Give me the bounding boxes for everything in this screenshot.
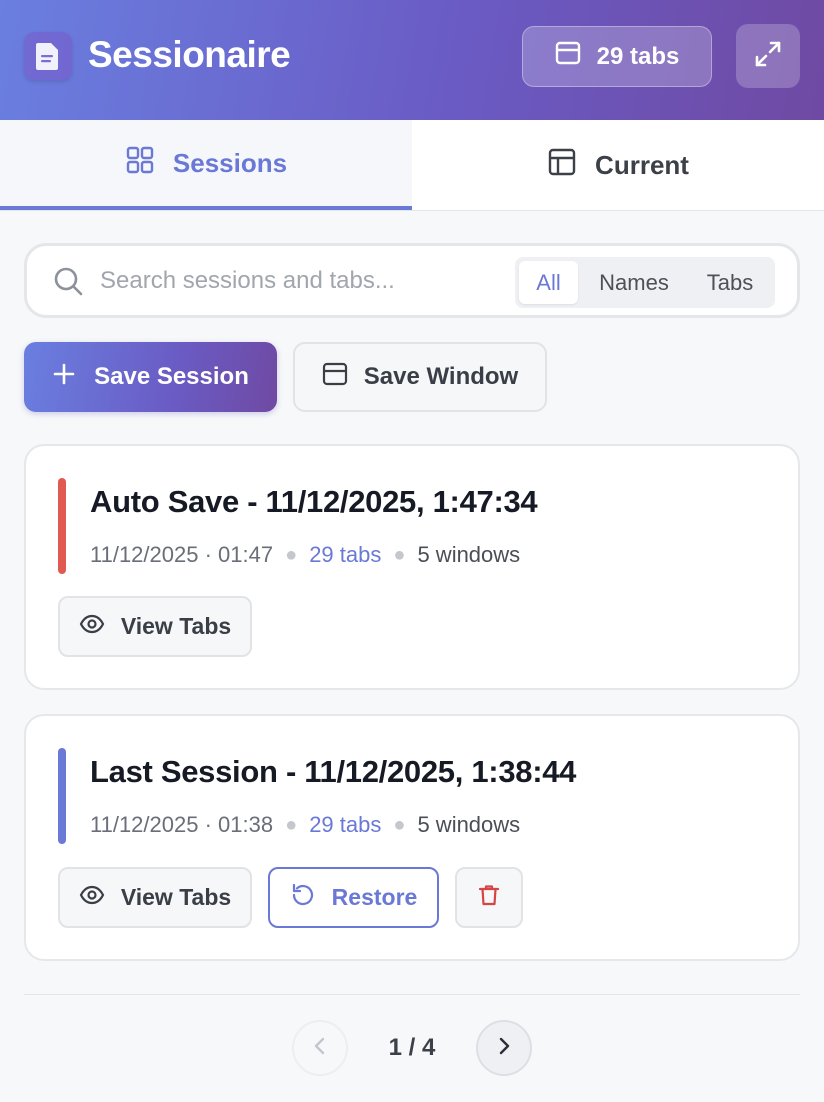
tab-current-label: Current (595, 149, 689, 180)
save-session-label: Save Session (94, 363, 249, 390)
app-header: Sessionaire 29 tabs (0, 0, 824, 120)
search-input[interactable] (100, 264, 500, 298)
pagination-divider (24, 994, 800, 995)
chevron-left-icon (310, 1036, 330, 1061)
next-page-button[interactable] (476, 1020, 532, 1076)
search-box: All Names Tabs (24, 243, 800, 318)
eye-icon (79, 611, 105, 643)
restore-icon (290, 882, 316, 914)
search-filter-group: All Names Tabs (515, 257, 775, 308)
save-session-button[interactable]: Save Session (24, 342, 277, 412)
meta-separator: ● (285, 813, 298, 836)
app-title: Sessionaire (88, 34, 291, 75)
meta-separator: ● (393, 813, 406, 836)
tab-sessions[interactable]: Sessions (0, 120, 412, 210)
tab-sessions-label: Sessions (172, 147, 288, 178)
main-tabs: Sessions Current (0, 120, 824, 211)
session-window-count: 5 windows (417, 812, 521, 837)
view-tabs-label: View Tabs (120, 884, 232, 910)
expand-button[interactable] (736, 24, 800, 88)
search-icon (53, 266, 85, 303)
tab-count-label: 29 tabs (596, 42, 680, 70)
restore-label: Restore (331, 884, 418, 910)
layout-icon (547, 147, 577, 184)
filter-all[interactable]: All (519, 261, 578, 304)
meta-separator: ● (393, 543, 406, 566)
filter-tabs[interactable]: Tabs (690, 261, 770, 304)
session-tab-count: 29 tabs (309, 812, 382, 837)
window-icon (322, 361, 348, 394)
expand-icon (753, 39, 783, 74)
session-title: Auto Save - 11/12/2025, 1:47:34 (90, 484, 538, 519)
eye-icon (79, 882, 105, 914)
chevron-right-icon (494, 1036, 514, 1061)
save-window-button[interactable]: Save Window (293, 342, 547, 412)
tab-count-button[interactable]: 29 tabs (522, 26, 712, 87)
app-logo-icon (24, 32, 72, 80)
window-icon (555, 40, 581, 73)
trash-icon (477, 883, 501, 913)
session-accent-bar (58, 748, 66, 844)
plus-icon (52, 362, 76, 393)
tab-current[interactable]: Current (412, 120, 824, 210)
session-window-count: 5 windows (417, 542, 521, 567)
view-tabs-button[interactable]: View Tabs (58, 867, 252, 928)
session-meta: 11/12/2025 · 01:47 ● 29 tabs ● 5 windows (90, 542, 520, 568)
save-window-label: Save Window (363, 363, 519, 390)
page-indicator: 1 / 4 (388, 1034, 436, 1061)
session-tab-count: 29 tabs (309, 542, 382, 567)
restore-button[interactable]: Restore (268, 867, 439, 928)
session-card: Auto Save - 11/12/2025, 1:47:34 11/12/20… (24, 444, 800, 690)
prev-page-button[interactable] (292, 1020, 348, 1076)
session-date: 11/12/2025 · 01:38 (90, 812, 274, 837)
session-date: 11/12/2025 · 01:47 (90, 542, 274, 567)
session-title: Last Session - 11/12/2025, 1:38:44 (90, 754, 577, 789)
view-tabs-label: View Tabs (120, 613, 232, 639)
session-meta: 11/12/2025 · 01:38 ● 29 tabs ● 5 windows (90, 812, 520, 838)
filter-names[interactable]: Names (584, 261, 684, 304)
view-tabs-button[interactable]: View Tabs (58, 596, 252, 657)
meta-separator: ● (285, 543, 298, 566)
session-accent-bar (58, 478, 66, 574)
grid-icon (125, 145, 155, 182)
delete-button[interactable] (455, 867, 523, 928)
session-card: Last Session - 11/12/2025, 1:38:44 11/12… (24, 714, 800, 961)
